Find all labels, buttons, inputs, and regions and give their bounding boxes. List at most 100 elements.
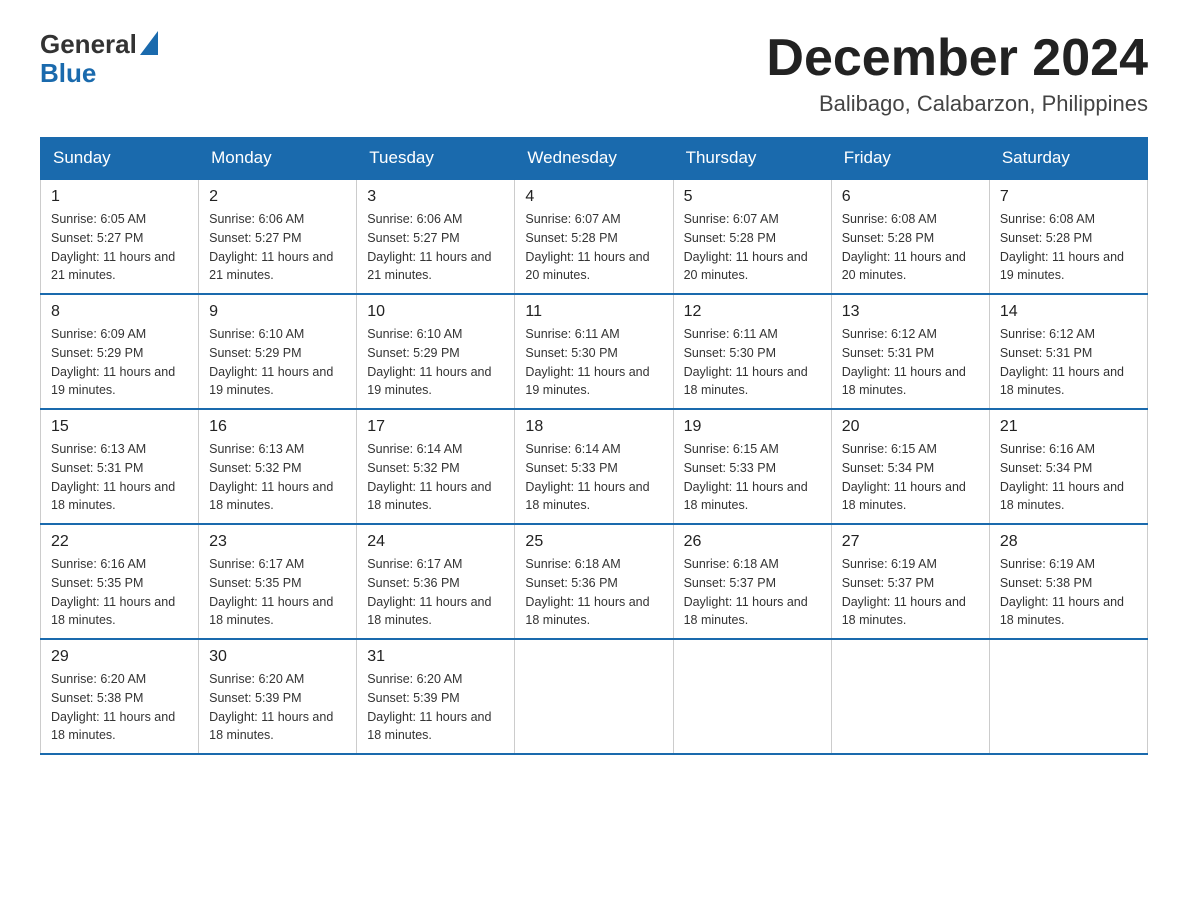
- calendar-day-19: 19Sunrise: 6:15 AMSunset: 5:33 PMDayligh…: [673, 409, 831, 524]
- day-number: 7: [1000, 188, 1137, 206]
- day-number: 15: [51, 418, 188, 436]
- day-info: Sunrise: 6:07 AMSunset: 5:28 PMDaylight:…: [525, 210, 662, 285]
- calendar-day-5: 5 Sunrise: 6:07 AMSunset: 5:28 PMDaylight…: [673, 179, 831, 294]
- day-number: 25: [525, 533, 662, 551]
- day-number: 5: [684, 188, 821, 206]
- day-number: 6: [842, 188, 979, 206]
- calendar-day-13: 13 Sunrise: 6:12 AMSunset: 5:31 PMDayligh…: [831, 294, 989, 409]
- day-info: Sunrise: 6:08 AMSunset: 5:28 PMDaylight:…: [842, 210, 979, 285]
- calendar-day-10: 10 Sunrise: 6:10 AMSunset: 5:29 PMDayligh…: [357, 294, 515, 409]
- calendar-day-14: 14 Sunrise: 6:12 AMSunset: 5:31 PMDayligh…: [989, 294, 1147, 409]
- day-info: Sunrise: 6:10 AMSunset: 5:29 PMDaylight:…: [367, 325, 504, 400]
- day-info: Sunrise: 6:15 AMSunset: 5:34 PMDaylight:…: [842, 440, 979, 515]
- calendar-week-2: 8Sunrise: 6:09 AMSunset: 5:29 PMDaylight…: [41, 294, 1148, 409]
- header-friday: Friday: [831, 138, 989, 180]
- day-number: 26: [684, 533, 821, 551]
- day-info: Sunrise: 6:14 AMSunset: 5:32 PMDaylight:…: [367, 440, 504, 515]
- calendar-day-12: 12 Sunrise: 6:11 AMSunset: 5:30 PMDayligh…: [673, 294, 831, 409]
- calendar-day-24: 24 Sunrise: 6:17 AMSunset: 5:36 PMDayligh…: [357, 524, 515, 639]
- calendar-week-4: 22 Sunrise: 6:16 AMSunset: 5:35 PMDayligh…: [41, 524, 1148, 639]
- logo-triangle-icon: [140, 31, 158, 55]
- calendar-day-31: 31Sunrise: 6:20 AMSunset: 5:39 PMDayligh…: [357, 639, 515, 754]
- calendar-day-29: 29Sunrise: 6:20 AMSunset: 5:38 PMDayligh…: [41, 639, 199, 754]
- day-number: 12: [684, 303, 821, 321]
- calendar-table: SundayMondayTuesdayWednesdayThursdayFrid…: [40, 137, 1148, 755]
- day-number: 10: [367, 303, 504, 321]
- header-tuesday: Tuesday: [357, 138, 515, 180]
- day-number: 28: [1000, 533, 1137, 551]
- day-number: 27: [842, 533, 979, 551]
- day-info: Sunrise: 6:07 AMSunset: 5:28 PMDaylight:…: [684, 210, 821, 285]
- day-info: Sunrise: 6:10 AMSunset: 5:29 PMDaylight:…: [209, 325, 346, 400]
- calendar-week-3: 15Sunrise: 6:13 AMSunset: 5:31 PMDayligh…: [41, 409, 1148, 524]
- calendar-day-22: 22 Sunrise: 6:16 AMSunset: 5:35 PMDayligh…: [41, 524, 199, 639]
- day-info: Sunrise: 6:13 AMSunset: 5:32 PMDaylight:…: [209, 440, 346, 515]
- day-info: Sunrise: 6:16 AMSunset: 5:34 PMDaylight:…: [1000, 440, 1137, 515]
- calendar-day-1: 1 Sunrise: 6:05 AMSunset: 5:27 PMDaylight…: [41, 179, 199, 294]
- day-number: 3: [367, 188, 504, 206]
- day-number: 29: [51, 648, 188, 666]
- day-number: 1: [51, 188, 188, 206]
- day-number: 11: [525, 303, 662, 321]
- day-info: Sunrise: 6:17 AMSunset: 5:35 PMDaylight:…: [209, 555, 346, 630]
- day-number: 30: [209, 648, 346, 666]
- day-number: 24: [367, 533, 504, 551]
- calendar-day-21: 21 Sunrise: 6:16 AMSunset: 5:34 PMDayligh…: [989, 409, 1147, 524]
- calendar-day-6: 6 Sunrise: 6:08 AMSunset: 5:28 PMDaylight…: [831, 179, 989, 294]
- day-info: Sunrise: 6:06 AMSunset: 5:27 PMDaylight:…: [367, 210, 504, 285]
- day-number: 14: [1000, 303, 1137, 321]
- calendar-week-5: 29Sunrise: 6:20 AMSunset: 5:38 PMDayligh…: [41, 639, 1148, 754]
- title-section: December 2024 Balibago, Calabarzon, Phil…: [766, 30, 1148, 117]
- day-info: Sunrise: 6:18 AMSunset: 5:37 PMDaylight:…: [684, 555, 821, 630]
- day-info: Sunrise: 6:18 AMSunset: 5:36 PMDaylight:…: [525, 555, 662, 630]
- calendar-day-11: 11 Sunrise: 6:11 AMSunset: 5:30 PMDayligh…: [515, 294, 673, 409]
- calendar-day-3: 3 Sunrise: 6:06 AMSunset: 5:27 PMDaylight…: [357, 179, 515, 294]
- day-info: Sunrise: 6:11 AMSunset: 5:30 PMDaylight:…: [525, 325, 662, 400]
- day-number: 20: [842, 418, 979, 436]
- day-info: Sunrise: 6:17 AMSunset: 5:36 PMDaylight:…: [367, 555, 504, 630]
- header-wednesday: Wednesday: [515, 138, 673, 180]
- calendar-header-row: SundayMondayTuesdayWednesdayThursdayFrid…: [41, 138, 1148, 180]
- calendar-day-23: 23 Sunrise: 6:17 AMSunset: 5:35 PMDayligh…: [199, 524, 357, 639]
- logo: General Blue: [40, 30, 158, 87]
- calendar-day-2: 2 Sunrise: 6:06 AMSunset: 5:27 PMDaylight…: [199, 179, 357, 294]
- day-number: 2: [209, 188, 346, 206]
- day-number: 19: [684, 418, 821, 436]
- calendar-week-1: 1 Sunrise: 6:05 AMSunset: 5:27 PMDaylight…: [41, 179, 1148, 294]
- empty-cell: [989, 639, 1147, 754]
- day-info: Sunrise: 6:09 AMSunset: 5:29 PMDaylight:…: [51, 325, 188, 400]
- day-info: Sunrise: 6:12 AMSunset: 5:31 PMDaylight:…: [1000, 325, 1137, 400]
- day-info: Sunrise: 6:05 AMSunset: 5:27 PMDaylight:…: [51, 210, 188, 285]
- calendar-day-15: 15Sunrise: 6:13 AMSunset: 5:31 PMDayligh…: [41, 409, 199, 524]
- calendar-day-4: 4 Sunrise: 6:07 AMSunset: 5:28 PMDaylight…: [515, 179, 673, 294]
- header-monday: Monday: [199, 138, 357, 180]
- calendar-day-7: 7 Sunrise: 6:08 AMSunset: 5:28 PMDaylight…: [989, 179, 1147, 294]
- calendar-day-18: 18Sunrise: 6:14 AMSunset: 5:33 PMDayligh…: [515, 409, 673, 524]
- day-number: 4: [525, 188, 662, 206]
- day-info: Sunrise: 6:16 AMSunset: 5:35 PMDaylight:…: [51, 555, 188, 630]
- day-info: Sunrise: 6:08 AMSunset: 5:28 PMDaylight:…: [1000, 210, 1137, 285]
- calendar-day-28: 28 Sunrise: 6:19 AMSunset: 5:38 PMDayligh…: [989, 524, 1147, 639]
- day-info: Sunrise: 6:06 AMSunset: 5:27 PMDaylight:…: [209, 210, 346, 285]
- month-title: December 2024: [766, 30, 1148, 87]
- day-number: 22: [51, 533, 188, 551]
- day-info: Sunrise: 6:11 AMSunset: 5:30 PMDaylight:…: [684, 325, 821, 400]
- day-number: 23: [209, 533, 346, 551]
- day-info: Sunrise: 6:20 AMSunset: 5:39 PMDaylight:…: [367, 670, 504, 745]
- calendar-day-16: 16Sunrise: 6:13 AMSunset: 5:32 PMDayligh…: [199, 409, 357, 524]
- day-number: 9: [209, 303, 346, 321]
- calendar-day-25: 25 Sunrise: 6:18 AMSunset: 5:36 PMDayligh…: [515, 524, 673, 639]
- logo-general-text: General: [40, 30, 137, 59]
- day-info: Sunrise: 6:19 AMSunset: 5:37 PMDaylight:…: [842, 555, 979, 630]
- empty-cell: [831, 639, 989, 754]
- calendar-day-30: 30 Sunrise: 6:20 AMSunset: 5:39 PMDayligh…: [199, 639, 357, 754]
- calendar-day-27: 27 Sunrise: 6:19 AMSunset: 5:37 PMDayligh…: [831, 524, 989, 639]
- day-number: 21: [1000, 418, 1137, 436]
- empty-cell: [515, 639, 673, 754]
- header-thursday: Thursday: [673, 138, 831, 180]
- day-info: Sunrise: 6:20 AMSunset: 5:39 PMDaylight:…: [209, 670, 346, 745]
- day-info: Sunrise: 6:19 AMSunset: 5:38 PMDaylight:…: [1000, 555, 1137, 630]
- calendar-day-26: 26 Sunrise: 6:18 AMSunset: 5:37 PMDayligh…: [673, 524, 831, 639]
- day-number: 13: [842, 303, 979, 321]
- day-info: Sunrise: 6:12 AMSunset: 5:31 PMDaylight:…: [842, 325, 979, 400]
